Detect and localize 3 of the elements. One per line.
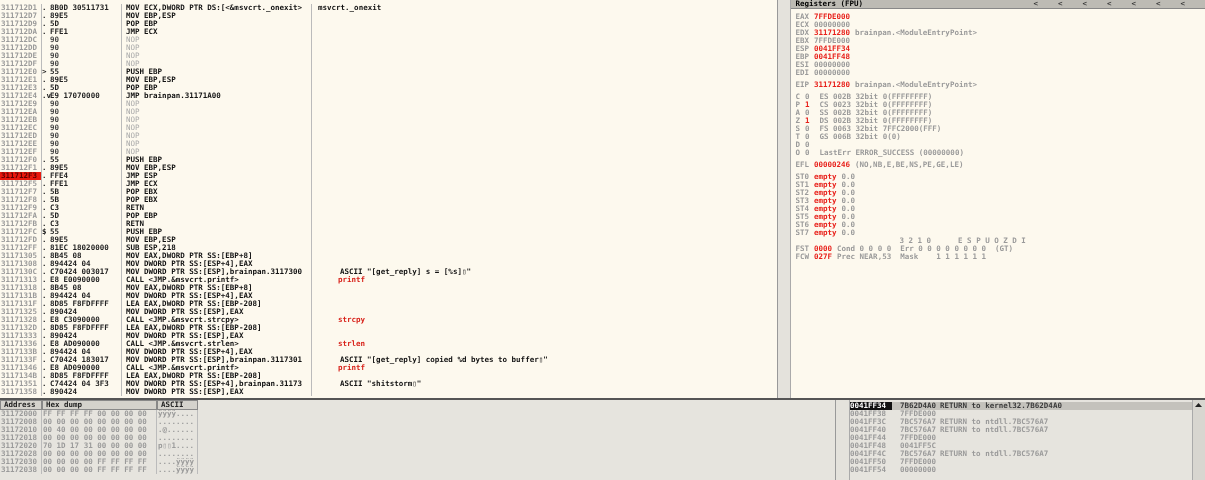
scroll-up-icon[interactable] (1193, 400, 1204, 410)
splitter-bar[interactable] (778, 0, 792, 398)
splitter-bar[interactable] (836, 400, 850, 480)
